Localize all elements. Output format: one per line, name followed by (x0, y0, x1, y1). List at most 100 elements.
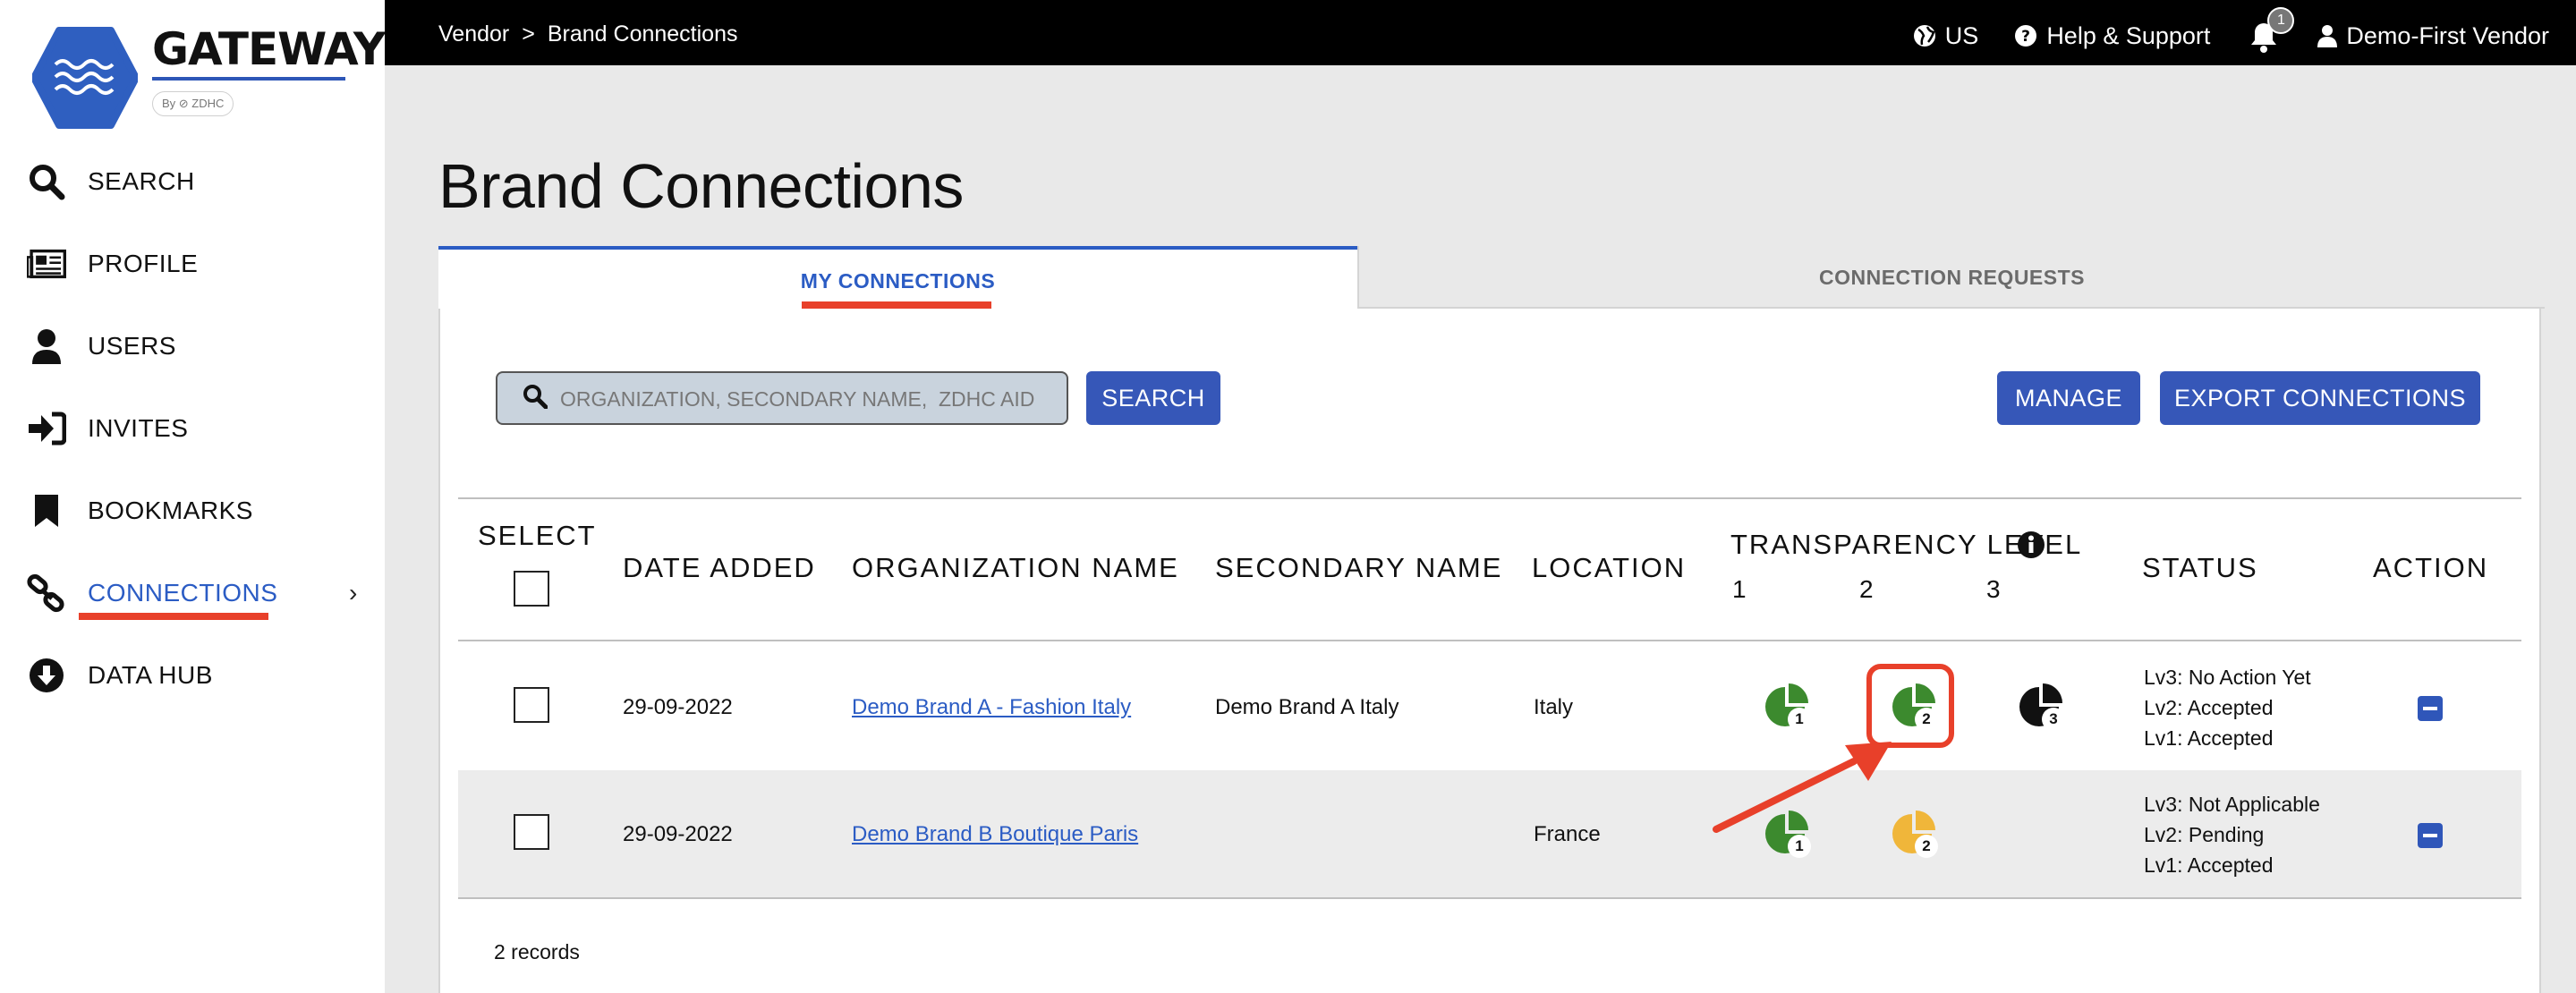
location-cell: Italy (1534, 695, 1574, 719)
table-header-border (458, 640, 2521, 641)
level-number: 3 (2042, 708, 2065, 731)
user-icon (27, 327, 66, 366)
svg-text:?: ? (2021, 28, 2030, 46)
newspaper-icon (27, 244, 66, 284)
record-count: 2 records (494, 940, 580, 963)
manage-button[interactable]: MANAGE (1997, 371, 2140, 425)
breadcrumb-separator: > (522, 21, 535, 47)
question-circle-icon: ? (2015, 25, 2037, 47)
sign-in-icon (27, 409, 66, 448)
remove-connection-button[interactable] (2418, 696, 2443, 721)
chevron-right-icon[interactable]: › (349, 579, 357, 607)
status-line: Lv2: Pending (2144, 823, 2265, 846)
logo-byline: By ⊘ ZDHC (152, 91, 234, 116)
header-level-1: 1 (1732, 575, 1748, 603)
tab-label: CONNECTION REQUESTS (1818, 266, 2086, 289)
info-icon[interactable] (2017, 530, 2045, 559)
download-circle-icon (27, 656, 66, 695)
logo-hexagon-icon (32, 27, 138, 129)
location-cell: France (1534, 822, 1601, 846)
header-location: LOCATION (1532, 552, 1687, 583)
sidebar: GATEWAY By ⊘ ZDHC SEARCH PROFILE USERS I… (0, 0, 386, 993)
user-menu[interactable]: Demo-First Vendor (2317, 22, 2549, 50)
remove-connection-button[interactable] (2418, 823, 2443, 848)
link-icon (27, 573, 66, 613)
gateway-logo[interactable]: GATEWAY By ⊘ ZDHC (32, 23, 386, 131)
status-cell: Lv3: No Action Yet Lv2: Accepted Lv1: Ac… (2144, 662, 2311, 753)
help-support-link[interactable]: ? Help & Support (2014, 22, 2210, 50)
globe-icon (1913, 25, 1935, 47)
status-line: Lv1: Accepted (2144, 726, 2274, 750)
top-bar: Vendor > Brand Connections US ? Help & S… (385, 0, 2576, 65)
pie-chart-icon[interactable]: 3 (2019, 683, 2069, 733)
sidebar-item-label: CONNECTIONS (88, 579, 278, 607)
page-title: Brand Connections (438, 151, 964, 221)
sidebar-item-bookmarks[interactable]: BOOKMARKS (0, 484, 385, 538)
tab-label: MY CONNECTIONS (800, 269, 996, 293)
sidebar-item-users[interactable]: USERS (0, 319, 385, 373)
breadcrumb-current: Brand Connections (547, 21, 738, 47)
notification-badge: 1 (2267, 7, 2295, 34)
level-number: 2 (1915, 835, 1938, 858)
breadcrumb-vendor[interactable]: Vendor (438, 21, 509, 47)
table-bottom-border (458, 897, 2521, 899)
table-top-border (458, 497, 2521, 499)
tab-active-underline (802, 301, 991, 309)
search-input[interactable] (560, 386, 1061, 412)
logo-wordmark: GATEWAY (152, 23, 386, 75)
date-cell: 29-09-2022 (623, 695, 733, 719)
search-icon (27, 162, 66, 201)
sidebar-item-label: DATA HUB (88, 661, 213, 689)
header-date-added: DATE ADDED (623, 552, 816, 583)
sidebar-item-connections[interactable]: CONNECTIONS › (0, 566, 385, 620)
breadcrumb: Vendor > Brand Connections (438, 21, 738, 47)
tab-my-connections[interactable]: MY CONNECTIONS (438, 246, 1357, 309)
export-connections-button[interactable]: EXPORT CONNECTIONS (2160, 371, 2480, 425)
header-organization-name: ORGANIZATION NAME (852, 552, 1179, 583)
sidebar-item-label: USERS (88, 332, 176, 360)
language-label: US (1944, 21, 1979, 49)
active-underline (79, 613, 268, 620)
sidebar-item-label: BOOKMARKS (88, 496, 253, 524)
pie-chart-icon[interactable]: 1 (1764, 683, 1815, 733)
date-cell: 29-09-2022 (623, 822, 733, 846)
connections-panel: MY CONNECTIONS CONNECTION REQUESTS SEARC… (438, 246, 2545, 993)
sidebar-item-profile[interactable]: PROFILE (0, 237, 385, 291)
secondary-name-cell: Demo Brand A Italy (1215, 695, 1399, 719)
header-secondary-name: SECONDARY NAME (1215, 552, 1503, 583)
sidebar-item-invites[interactable]: INVITES (0, 402, 385, 455)
status-line: Lv3: Not Applicable (2144, 793, 2320, 816)
status-line: Lv3: No Action Yet (2144, 666, 2311, 689)
status-cell: Lv3: Not Applicable Lv2: Pending Lv1: Ac… (2144, 789, 2320, 880)
help-label: Help & Support (2046, 21, 2211, 49)
header-level-3: 3 (1986, 575, 2002, 603)
app-root: GATEWAY By ⊘ ZDHC SEARCH PROFILE USERS I… (0, 0, 2576, 993)
user-icon (2317, 25, 2338, 47)
bookmark-icon (27, 491, 66, 530)
header-level-2: 2 (1859, 575, 1875, 603)
select-all-checkbox[interactable] (514, 571, 549, 607)
search-icon (523, 385, 548, 409)
header-select: SELECT (478, 520, 597, 551)
header-action: ACTION (2373, 552, 2489, 583)
search-button[interactable]: SEARCH (1086, 371, 1220, 425)
sidebar-item-label: SEARCH (88, 167, 195, 195)
tab-connection-requests[interactable]: CONNECTION REQUESTS (1357, 246, 2545, 309)
row-checkbox[interactable] (514, 814, 549, 850)
annotation-arrow-icon (1713, 742, 1892, 833)
level-number: 1 (1788, 708, 1811, 731)
language-selector[interactable]: US (1913, 21, 1979, 50)
status-line: Lv1: Accepted (2144, 853, 2274, 877)
user-name: Demo-First Vendor (2346, 21, 2549, 49)
search-field (496, 371, 1068, 425)
organization-link[interactable]: Demo Brand A - Fashion Italy (852, 695, 1131, 720)
logo-rule (152, 77, 345, 81)
sidebar-item-label: INVITES (88, 414, 189, 442)
sidebar-item-data-hub[interactable]: DATA HUB (0, 649, 385, 702)
header-status: STATUS (2142, 552, 2258, 583)
organization-link[interactable]: Demo Brand B Boutique Paris (852, 822, 1138, 847)
sidebar-item-search[interactable]: SEARCH (0, 155, 385, 208)
top-bar-actions: US ? Help & Support 1 Demo-First Vendor (1913, 7, 2549, 54)
notifications-button[interactable]: 1 (2246, 7, 2295, 54)
row-checkbox[interactable] (514, 687, 549, 723)
